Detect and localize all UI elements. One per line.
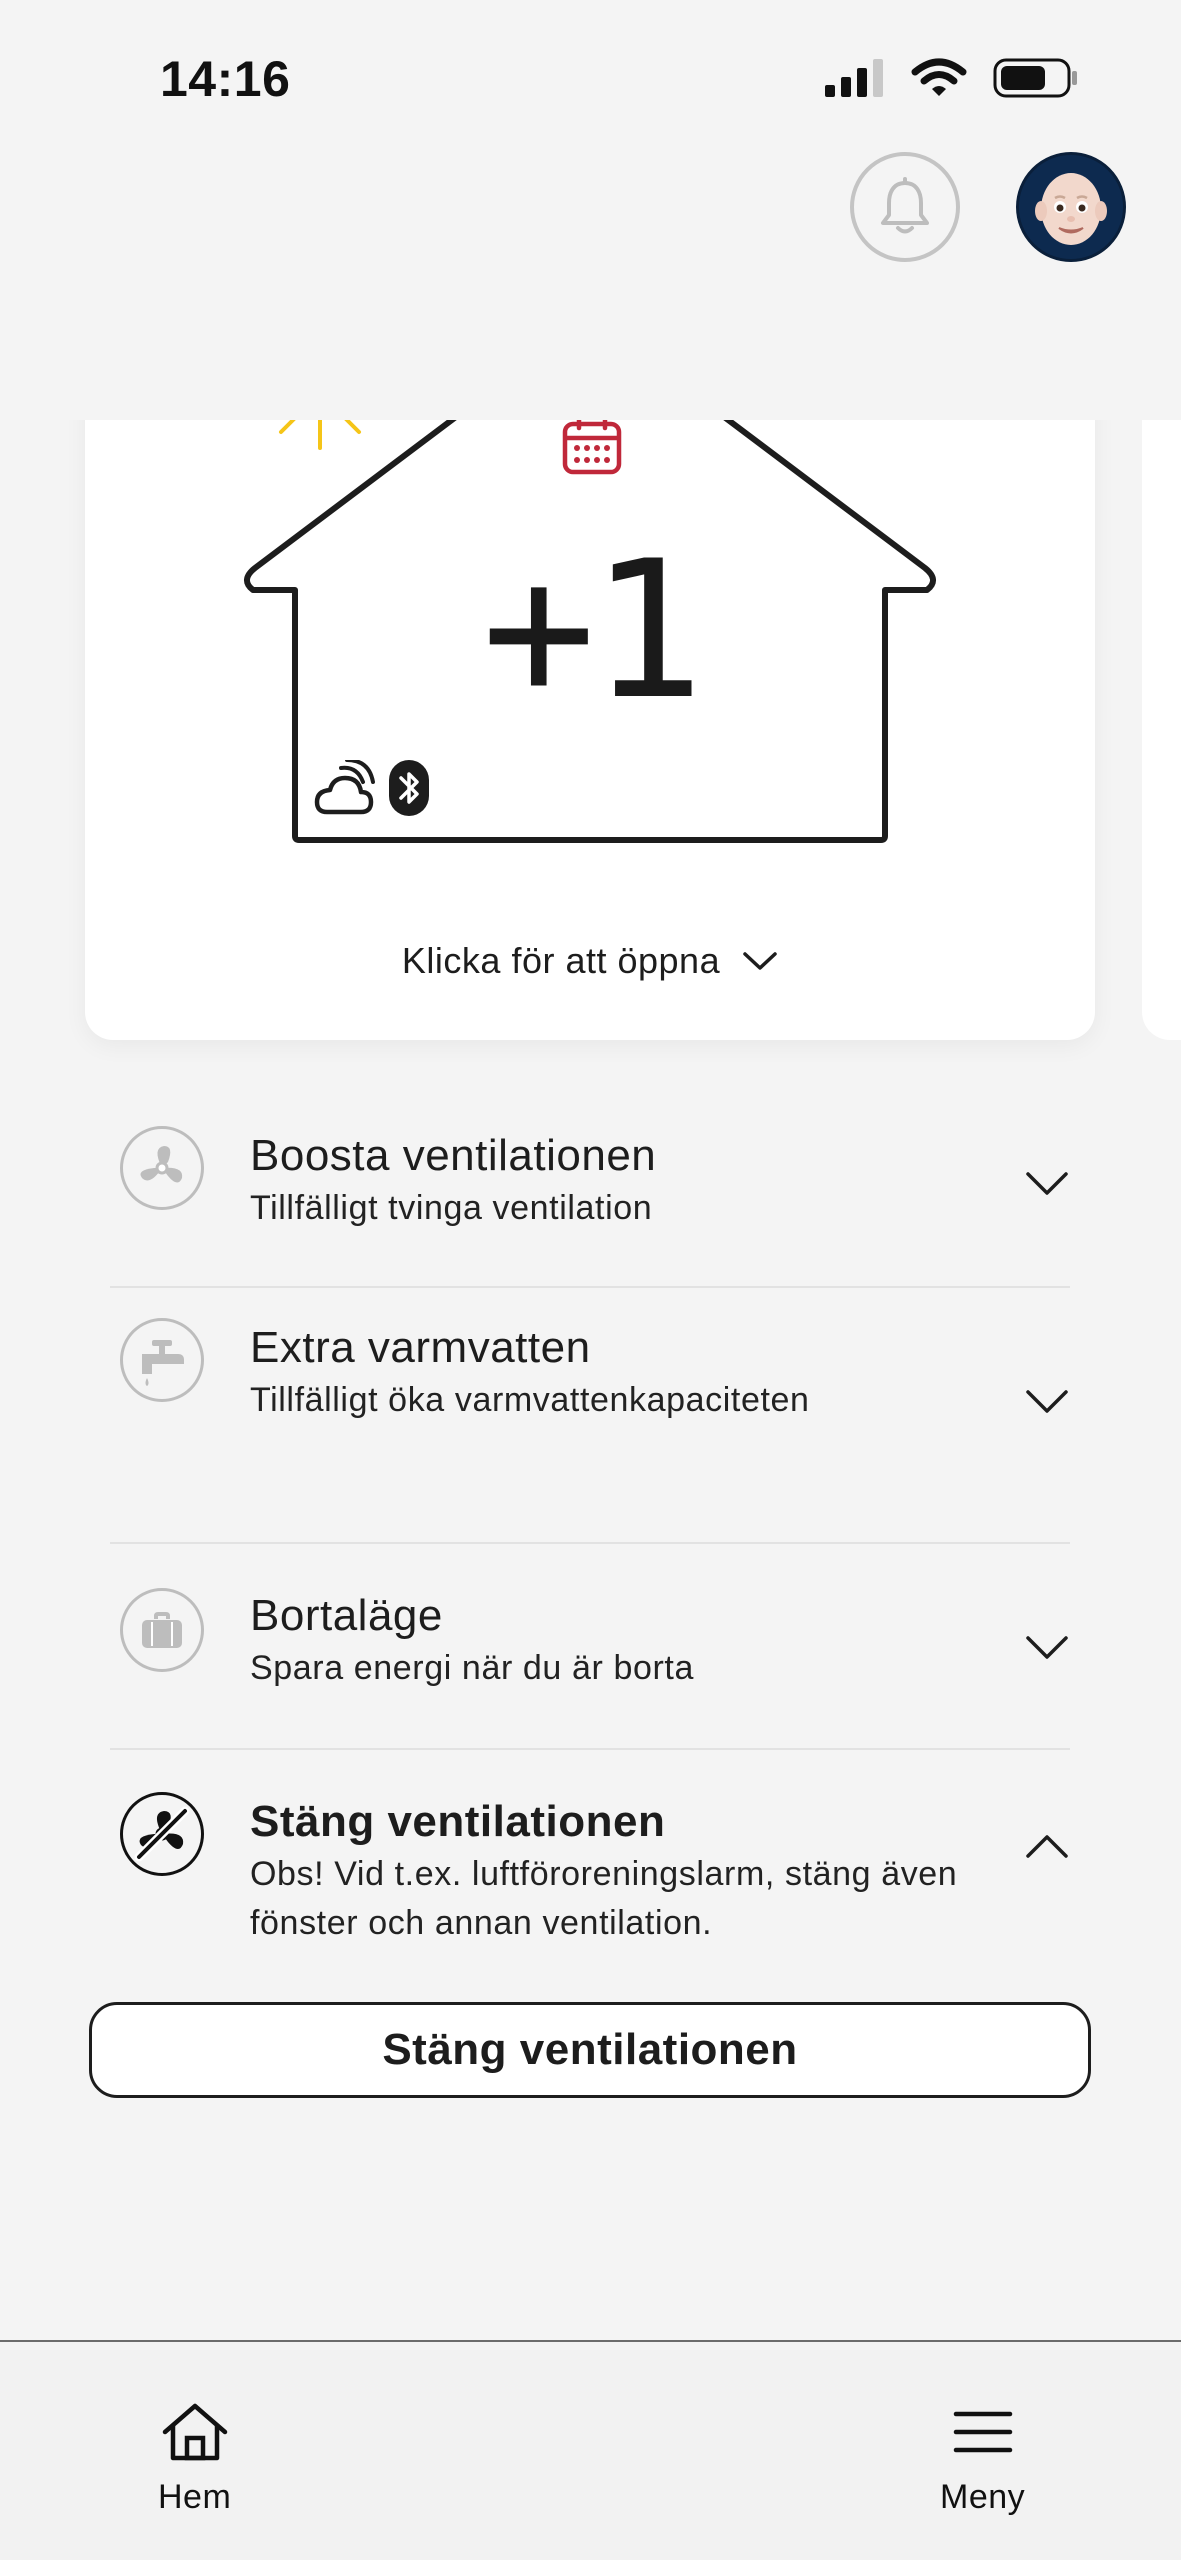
faucet-icon (120, 1318, 204, 1402)
calendar-icon (562, 416, 622, 475)
option-subtitle: Tillfälligt tvinga ventilation (250, 1189, 653, 1227)
option-extra-hot-water[interactable]: Extra varmvatten Tillfälligt öka varmvat… (110, 1288, 1070, 1544)
option-subtitle: Tillfälligt öka varmvattenkapaciteten (250, 1381, 810, 1419)
option-subtitle: Obs! Vid t.ex. luftföroreningslarm, stän… (250, 1855, 958, 1942)
chevron-down-icon[interactable] (1024, 1378, 1070, 1424)
chevron-down-icon[interactable] (1024, 1624, 1070, 1670)
chevron-down-icon (743, 952, 777, 970)
chevron-up-icon[interactable] (1024, 1824, 1070, 1870)
close-ventilation-button[interactable]: Stäng ventilationen (89, 2002, 1091, 2098)
weather-signal-icon (314, 760, 375, 815)
nav-home[interactable]: Hem (158, 2402, 231, 2517)
sun-icon (279, 416, 361, 450)
memoji-avatar-icon (1019, 155, 1123, 259)
temperature-offset-value: +1 (481, 520, 705, 741)
option-close-ventilation[interactable]: Stäng ventilationen Obs! Vid t.ex. luftf… (110, 1750, 1070, 1990)
status-bar: 14:16 (0, 0, 1181, 150)
avatar[interactable] (1016, 152, 1126, 262)
nav-home-label: Hem (158, 2478, 232, 2516)
header-actions (850, 152, 1126, 262)
option-title: Stäng ventilationen (250, 1797, 666, 1846)
option-boost-ventilation[interactable]: Boosta ventilationen Tillfälligt tvinga … (110, 1100, 1070, 1288)
option-title: Boosta ventilationen (250, 1131, 657, 1180)
next-card-peek[interactable] (1142, 380, 1181, 1040)
option-text: Extra varmvatten Tillfälligt öka varmvat… (250, 1320, 850, 1425)
option-subtitle: Spara energi när du är borta (250, 1649, 694, 1687)
wifi-icon (911, 58, 967, 96)
option-title: Bortaläge (250, 1591, 443, 1640)
open-card-link[interactable]: Klicka för att öppna (85, 940, 1095, 982)
chevron-down-icon[interactable] (1024, 1160, 1070, 1206)
status-icons (823, 58, 1079, 98)
open-card-label: Klicka för att öppna (401, 940, 721, 981)
option-text: Stäng ventilationen Obs! Vid t.ex. luftf… (250, 1794, 990, 1948)
fan-off-icon (120, 1792, 204, 1876)
menu-icon (953, 2411, 1012, 2453)
header-scroll-mask (0, 300, 1181, 420)
home-icon (162, 2403, 227, 2461)
cellular-signal-icon (825, 59, 883, 97)
nav-menu[interactable]: Meny (940, 2402, 1025, 2517)
option-text: Bortaläge Spara energi när du är borta (250, 1588, 950, 1693)
bell-icon (881, 177, 929, 234)
house-status-card[interactable]: +1 Klicka för att öppna (85, 380, 1095, 1040)
option-away-mode[interactable]: Bortaläge Spara energi när du är borta (110, 1544, 1070, 1750)
quick-actions-list: Boosta ventilationen Tillfälligt tvinga … (110, 1100, 1070, 1990)
fan-icon (120, 1126, 204, 1210)
option-text: Boosta ventilationen Tillfälligt tvinga … (250, 1128, 950, 1233)
suitcase-icon (120, 1588, 204, 1672)
app-screen: 14:16 +1 Klicka för att öppna Boosta ven… (0, 0, 1181, 2560)
nav-menu-label: Meny (940, 2478, 1026, 2516)
notifications-button[interactable] (850, 152, 960, 262)
bottom-navigation: Hem Meny (0, 2340, 1181, 2560)
status-time: 14:16 (160, 51, 291, 107)
bluetooth-icon (389, 760, 429, 816)
option-title: Extra varmvatten (250, 1323, 591, 1372)
battery-icon (993, 58, 1077, 98)
